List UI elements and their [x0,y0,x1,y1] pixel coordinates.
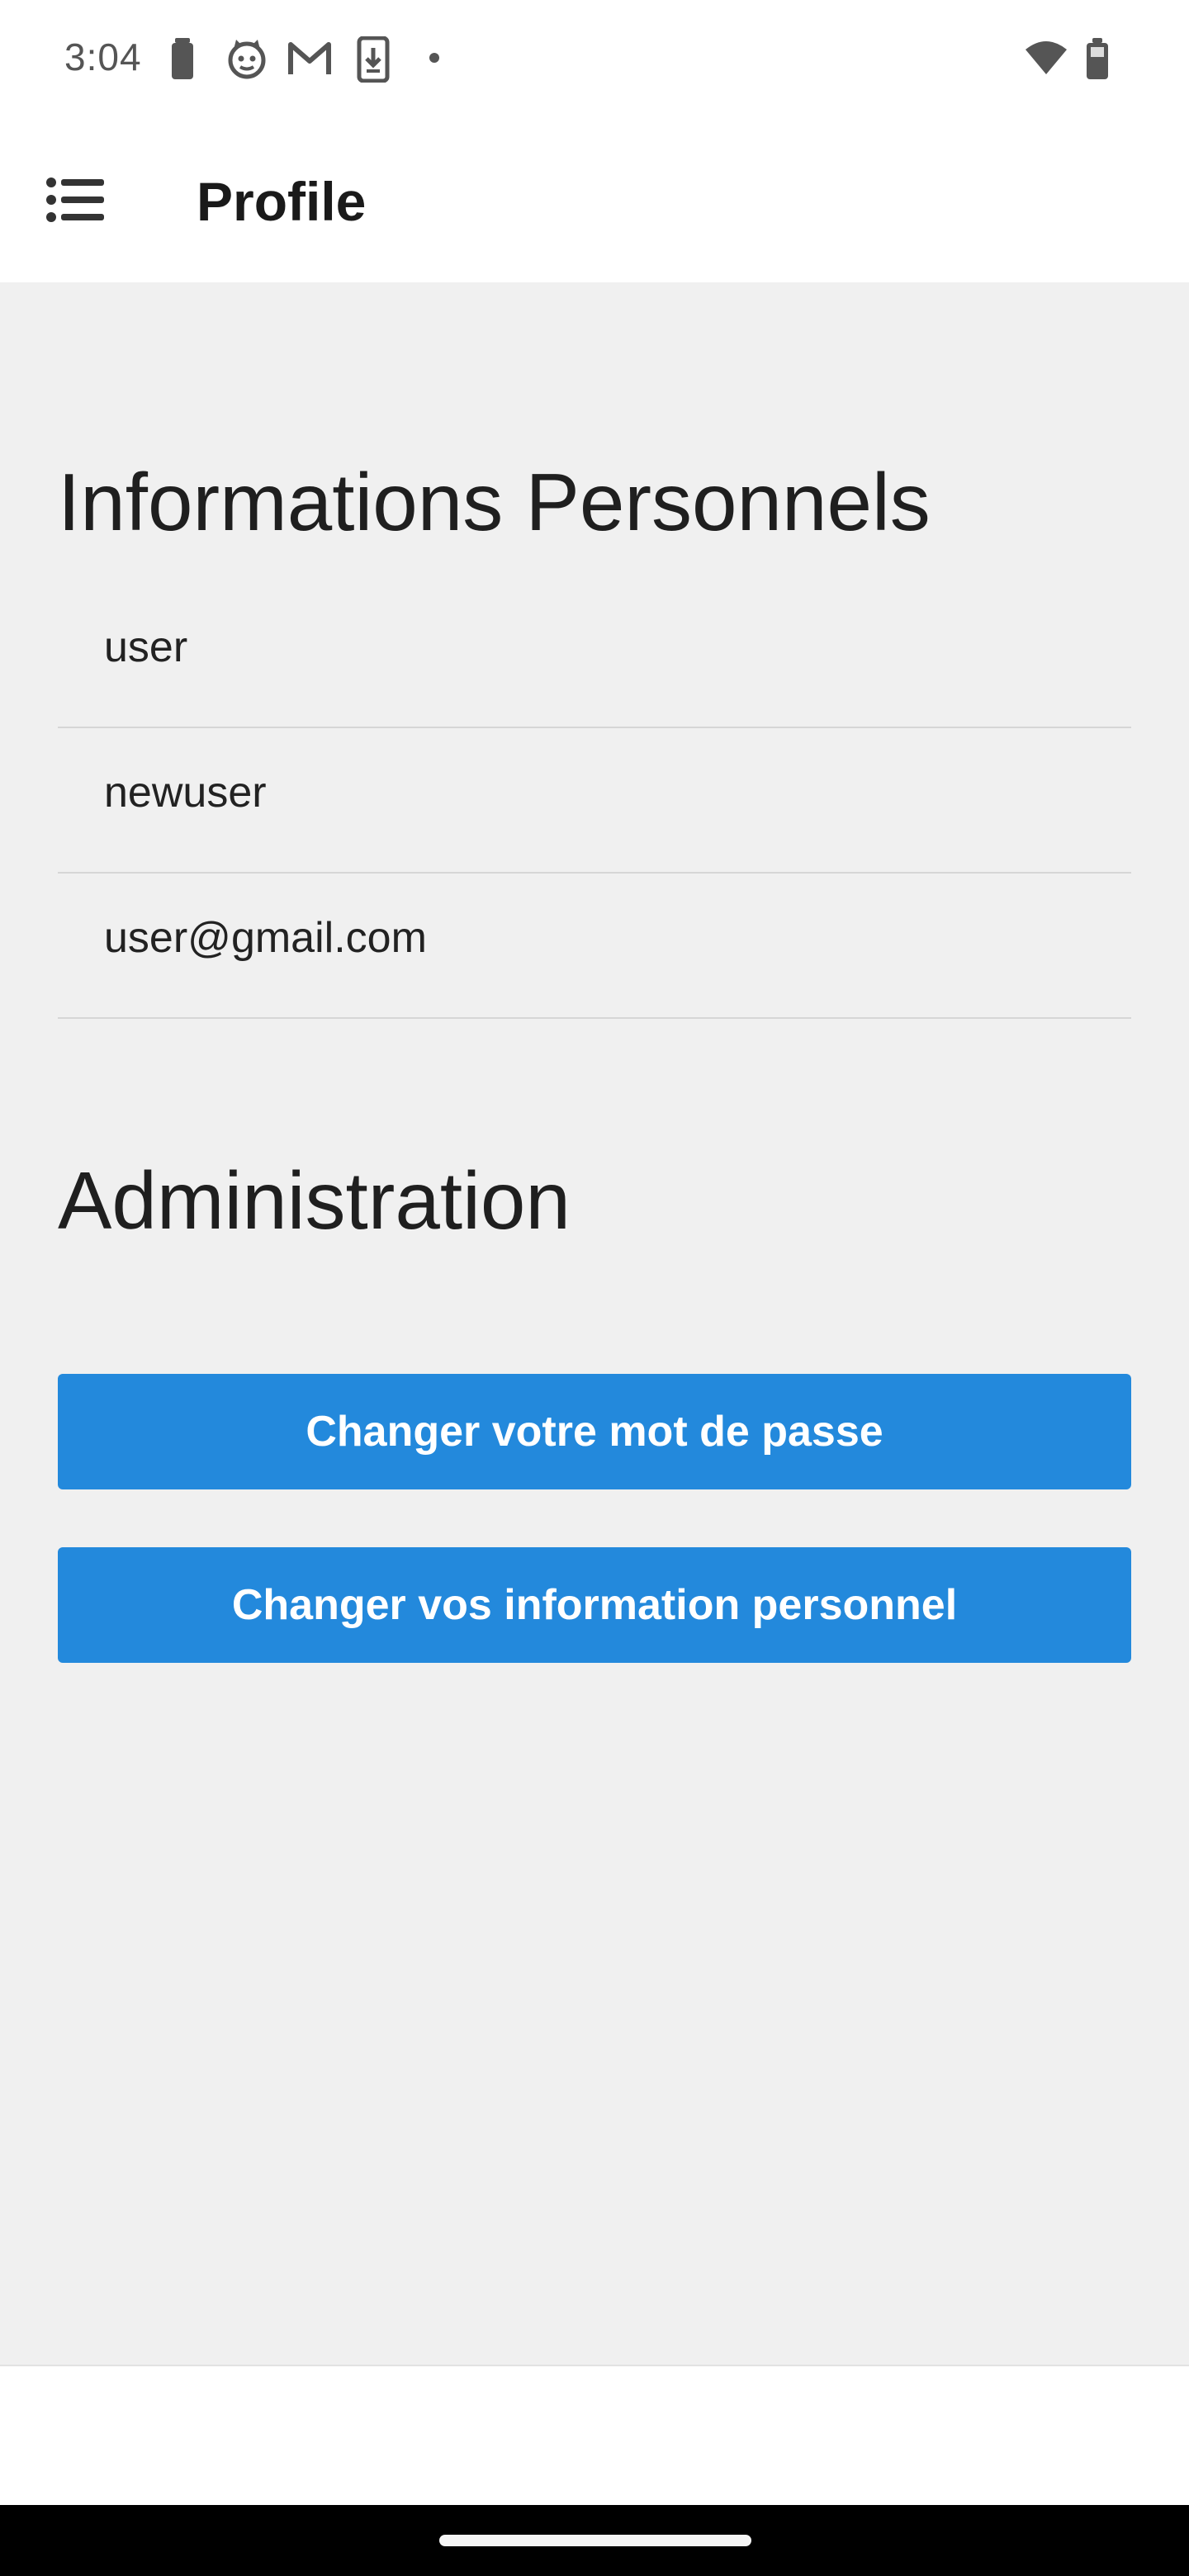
username-value: user [104,623,188,671]
app-bar: Profile [0,121,1189,282]
info-row-name: newuser [58,728,1131,874]
profile-content: Informations Personnels user newuser use… [0,282,1189,2365]
cat-face-icon [226,36,268,85]
home-gesture-handle[interactable] [439,2535,751,2546]
wifi-icon [1024,40,1068,80]
info-row-username: user [58,583,1131,728]
dot-icon [428,51,441,69]
status-time: 3:04 [64,36,142,78]
page-title: Profile [197,171,367,232]
battery-saver-icon [170,36,195,85]
download-phone-icon [357,36,390,87]
navigation-bar [0,2505,1189,2576]
gmail-icon [287,36,332,85]
administration-title: Administration [58,1155,571,1246]
change-password-button[interactable]: Changer votre mot de passe [58,1374,1131,1489]
battery-icon [1085,36,1110,85]
name-value: newuser [104,769,267,817]
change-info-button[interactable]: Changer vos information personnel [58,1547,1131,1663]
personal-info-title: Informations Personnels [58,457,931,547]
bottom-area [0,2365,1189,2505]
list-menu-icon [46,177,104,226]
menu-button[interactable] [40,168,111,234]
status-bar: 3:04 [0,0,1189,121]
info-row-email: user@gmail.com [58,874,1131,1019]
email-value: user@gmail.com [104,914,427,962]
